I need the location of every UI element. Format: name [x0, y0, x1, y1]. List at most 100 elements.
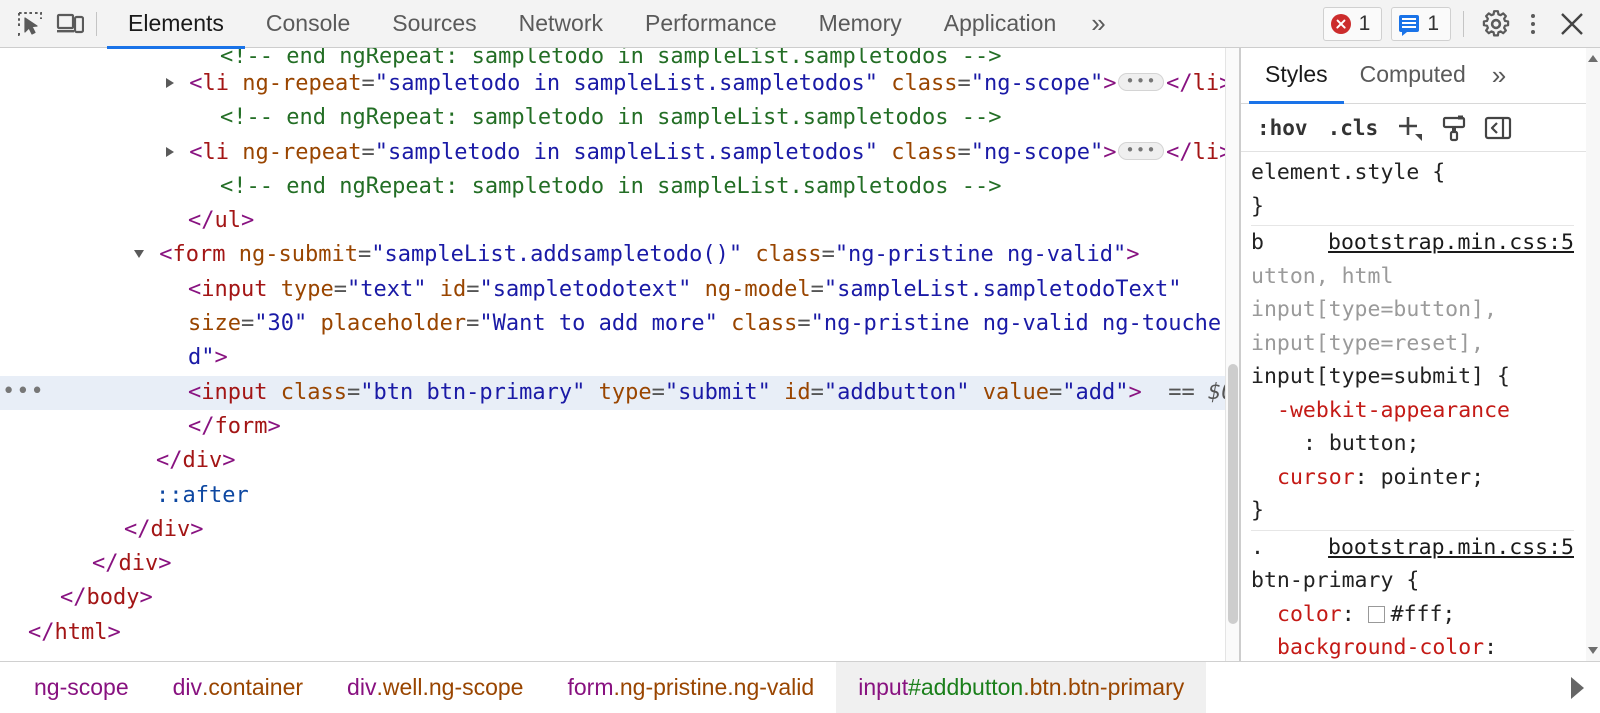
gear-icon[interactable]: [1476, 5, 1516, 43]
outer-scroll-up-icon[interactable]: [1587, 55, 1598, 62]
tab-performance[interactable]: Performance: [624, 1, 798, 49]
css-selector[interactable]: btn-primary {: [1251, 564, 1574, 598]
css-declaration[interactable]: cursor: pointer;: [1251, 461, 1574, 495]
tab-console[interactable]: Console: [245, 1, 371, 49]
twisty-collapsed-icon[interactable]: [166, 146, 174, 157]
css-selector[interactable]: utton, html: [1251, 260, 1574, 294]
breadcrumb-item[interactable]: input #addbutton .btn.btn-primary: [836, 662, 1207, 713]
styles-toolbar: :hov .cls: [1241, 104, 1600, 152]
issue-badges: 1 1: [1322, 6, 1451, 41]
tab-styles[interactable]: Styles: [1249, 48, 1344, 104]
inspect-cursor-icon[interactable]: [10, 5, 50, 43]
code-token: ng-submit: [238, 242, 358, 268]
tab-computed[interactable]: Computed: [1344, 48, 1482, 104]
more-tabs-icon[interactable]: »: [1077, 0, 1116, 48]
dom-node[interactable]: <form ng-submit="sampleList.addsampletod…: [0, 238, 1225, 272]
dom-node[interactable]: </html>: [0, 616, 1225, 650]
css-declaration[interactable]: background-color:#337ab7;: [1251, 631, 1574, 661]
dom-node[interactable]: </form>: [0, 410, 1225, 444]
dom-tree-scroll-thumb[interactable]: [1228, 364, 1238, 624]
class-editor-button[interactable]: .cls: [1320, 114, 1387, 142]
css-selector[interactable]: input[type=submit] {: [1251, 360, 1574, 394]
dom-node[interactable]: <!-- end ngRepeat: sampletodo in sampleL…: [0, 170, 1225, 204]
breadcrumb-item[interactable]: div .well.ng-scope: [325, 662, 546, 713]
node-badge-icon[interactable]: •••: [2, 380, 45, 402]
css-rule[interactable]: element.style {}: [1251, 156, 1574, 226]
message-icon: [1399, 15, 1420, 36]
dom-node[interactable]: </ul>: [0, 204, 1225, 238]
tab-network[interactable]: Network: [498, 1, 624, 49]
code-token: =: [346, 379, 361, 405]
css-selector[interactable]: element.style {: [1251, 156, 1574, 190]
chevron-right-icon[interactable]: [1554, 662, 1600, 713]
device-toolbar-icon[interactable]: [50, 5, 90, 43]
styles-panel-tabs: Styles Computed »: [1241, 48, 1600, 104]
dom-node[interactable]: d">: [0, 341, 1225, 375]
styles-rules-list[interactable]: element.style {} bootstrap.min.css:5 b utto…: [1241, 152, 1600, 661]
stylesheet-source-link[interactable]: bootstrap.min.css:5: [1328, 226, 1574, 260]
dom-node[interactable]: <li ng-repeat="sampletodo in sampleList.…: [0, 136, 1225, 170]
css-selector-prefix[interactable]: b: [1251, 230, 1264, 255]
twisty-collapsed-icon[interactable]: [166, 78, 174, 88]
breadcrumb-item[interactable]: form .ng-pristine.ng-valid: [545, 662, 837, 713]
styles-more-tabs-icon[interactable]: »: [1482, 48, 1513, 104]
tab-elements[interactable]: Elements: [107, 1, 245, 49]
dom-node[interactable]: </div>: [0, 513, 1225, 547]
tab-memory[interactable]: Memory: [798, 1, 923, 49]
code-token: form: [172, 242, 226, 268]
devtools-outer-scrollbar[interactable]: [1586, 48, 1600, 661]
css-property-name[interactable]: -webkit-appearance: [1277, 398, 1510, 423]
plus-icon[interactable]: [1390, 110, 1430, 146]
error-count-badge[interactable]: 1: [1322, 6, 1383, 41]
collapsed-children-icon[interactable]: •••: [1118, 73, 1165, 91]
code-token: >: [241, 208, 255, 234]
css-property-name[interactable]: color: [1277, 602, 1342, 627]
outer-scroll-down-icon[interactable]: [1587, 647, 1598, 654]
css-property-value[interactable]: : button;: [1277, 427, 1574, 461]
dom-node[interactable]: <input type="text" id="sampletodotext" n…: [0, 273, 1225, 307]
dom-node[interactable]: </div>: [0, 547, 1225, 581]
css-rule[interactable]: bootstrap.min.css:5. btn-primary {color: …: [1251, 531, 1574, 662]
hover-state-button[interactable]: :hov: [1249, 114, 1316, 142]
dom-node[interactable]: <!-- end ngRepeat: sampletodo in sampleL…: [0, 48, 1225, 69]
message-count-badge[interactable]: 1: [1391, 6, 1451, 41]
breadcrumb-item[interactable]: ng-scope: [12, 662, 151, 713]
more-options-icon[interactable]: [1516, 5, 1550, 43]
breadcrumb-item[interactable]: div .container: [150, 662, 326, 713]
dom-tree-content[interactable]: <!-- end ngRepeat: sampletodo in sampleL…: [0, 48, 1225, 661]
css-rule[interactable]: bootstrap.min.css:5 b utton, html input[typ…: [1251, 226, 1574, 531]
dom-node[interactable]: </div>: [0, 444, 1225, 478]
tab-application[interactable]: Application: [923, 1, 1078, 49]
paintbrush-icon[interactable]: [1434, 110, 1474, 146]
dom-tree-panel[interactable]: <!-- end ngRepeat: sampletodo in sampleL…: [0, 48, 1240, 661]
css-value-text[interactable]: #fff;: [1391, 602, 1456, 627]
css-selector-prefix[interactable]: .: [1251, 535, 1264, 560]
dom-node[interactable]: ::after: [0, 479, 1225, 513]
stylesheet-source-link[interactable]: bootstrap.min.css:5: [1328, 531, 1574, 565]
close-icon[interactable]: [1550, 4, 1594, 44]
panel-toggle-icon[interactable]: [1478, 110, 1518, 146]
dom-node-selected[interactable]: ••• <input class="btn btn-primary" type="…: [0, 375, 1225, 411]
code-token: "ng-scope": [970, 139, 1104, 165]
css-value-text[interactable]: pointer;: [1381, 465, 1485, 490]
color-swatch[interactable]: [1367, 605, 1385, 623]
css-selector[interactable]: input[type=button],: [1251, 293, 1574, 327]
dom-node[interactable]: <!-- end ngRepeat: sampletodo in sampleL…: [0, 101, 1225, 135]
css-declaration[interactable]: -webkit-appearance : button;: [1251, 394, 1574, 461]
css-declaration[interactable]: color: #fff;: [1251, 598, 1574, 632]
code-token: <!-- end ngRepeat: sampletodo in sampleL…: [220, 48, 1002, 69]
collapsed-children-icon[interactable]: •••: [1118, 141, 1165, 160]
twisty-expanded-icon[interactable]: [134, 250, 144, 259]
css-selector[interactable]: input[type=reset],: [1251, 327, 1574, 361]
css-property-name[interactable]: background-color: [1277, 635, 1484, 660]
tab-sources[interactable]: Sources: [371, 1, 497, 49]
dom-tree-scrollbar[interactable]: [1225, 48, 1239, 661]
dom-node[interactable]: <li ng-repeat="sampletodo in sampleList.…: [0, 67, 1225, 101]
css-colon: :: [1484, 635, 1498, 660]
dom-node[interactable]: </body>: [0, 581, 1225, 615]
css-property-name[interactable]: cursor: [1277, 465, 1355, 490]
dom-node[interactable]: size="30" placeholder="Want to add more"…: [0, 307, 1225, 341]
